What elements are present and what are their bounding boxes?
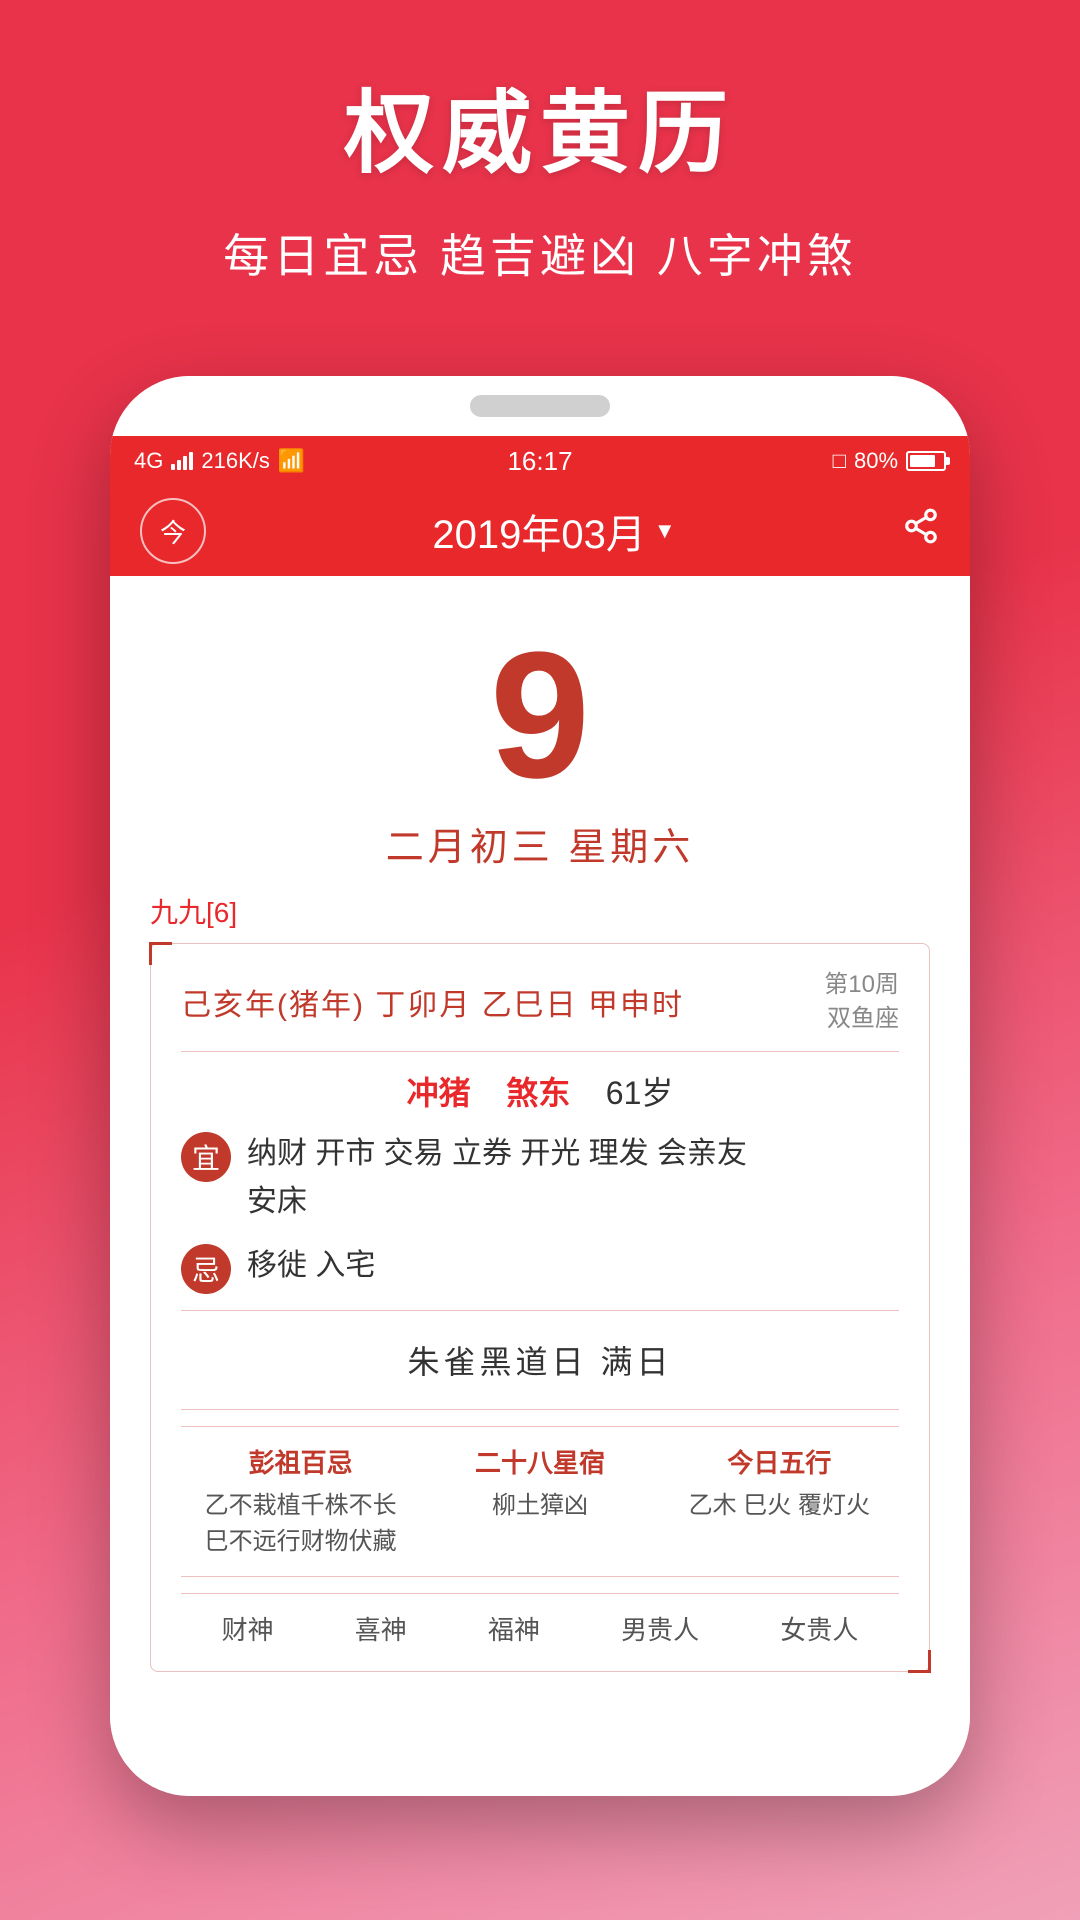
col-wuxing: 今日五行 乙木 巳火 覆灯火 <box>660 1443 899 1560</box>
signal-bars <box>171 452 193 470</box>
ji-text: 移徙 入宅 <box>247 1242 899 1290</box>
yi-text: 纳财 开市 交易 立券 开光 理发 会亲友安床 <box>247 1130 899 1226</box>
wuxing-content: 乙木 巳火 覆灯火 <box>689 1488 870 1524</box>
stars-title: 二十八星宿 <box>475 1443 605 1480</box>
big-date-number: 9 <box>490 626 590 806</box>
status-bar: 4G 216K/s 📶 16:17 □ 80% <box>110 436 970 486</box>
today-button[interactable]: 今 <box>140 498 206 564</box>
wuxing-title: 今日五行 <box>727 1443 831 1480</box>
top-section: 权威黄历 每日宜忌 趋吉避凶 八字冲煞 <box>0 0 1080 376</box>
main-title: 权威黄历 <box>344 60 736 190</box>
share-button[interactable] <box>902 507 940 555</box>
sha-text: 煞东 <box>506 1075 570 1111</box>
pengzu-content: 乙不栽植千株不长巳不远行财物伏藏 <box>205 1488 397 1560</box>
status-left: 4G 216K/s 📶 <box>134 448 405 474</box>
wifi-icon: 📶 <box>278 448 305 474</box>
ji-badge: 忌 <box>181 1244 231 1294</box>
ji-row: 忌 移徙 入宅 <box>181 1242 899 1294</box>
yi-row: 宜 纳财 开市 交易 立券 开光 理发 会亲友安床 <box>181 1130 899 1226</box>
footer-item-0: 财神 <box>222 1610 274 1647</box>
footer-item-3: 男贵人 <box>621 1610 699 1647</box>
alarm-icon: □ <box>833 448 846 474</box>
battery-icon <box>906 451 946 471</box>
signal-bar-1 <box>171 464 175 470</box>
status-right: □ 80% <box>675 448 946 474</box>
nine-nine-label: 九九[6] <box>150 891 930 931</box>
battery-fill <box>910 455 935 467</box>
status-time: 16:17 <box>405 446 676 477</box>
subtitle: 每日宜忌 趋吉避凶 八字冲煞 <box>223 220 857 286</box>
signal-bar-4 <box>189 452 193 470</box>
phone-top-bar <box>110 376 970 436</box>
pengzu-title: 彭祖百忌 <box>249 1443 353 1480</box>
yi-badge: 宜 <box>181 1132 231 1182</box>
phone-speaker <box>470 395 610 417</box>
dropdown-arrow-icon: ▼ <box>654 518 676 544</box>
speed-text: 216K/s <box>201 448 270 474</box>
col-pengzu: 彭祖百忌 乙不栽植千株不长巳不远行财物伏藏 <box>181 1443 420 1560</box>
lunar-date: 二月初三 星期六 <box>386 816 695 871</box>
ganzhi-text: 己亥年(猪年) 丁卯月 乙巳日 甲申时 <box>181 980 684 1024</box>
app-header: 今 2019年03月 ▼ <box>110 486 970 576</box>
phone-frame: 4G 216K/s 📶 16:17 □ 80% 今 2019年03月 ▼ <box>110 376 970 1796</box>
divider-3 <box>181 1409 899 1410</box>
chong-text: 冲猪 <box>407 1075 471 1111</box>
bottom-three-col: 彭祖百忌 乙不栽植千株不长巳不远行财物伏藏 二十八星宿 柳土獐凶 今日五行 乙木… <box>181 1426 899 1560</box>
month-title-text: 2019年03月 <box>432 502 645 560</box>
footer-item-1: 喜神 <box>355 1610 407 1647</box>
divider-1 <box>181 1051 899 1052</box>
footer-item-2: 福神 <box>488 1610 540 1647</box>
signal-bar-3 <box>183 456 187 470</box>
info-card: 己亥年(猪年) 丁卯月 乙巳日 甲申时 第10周 双鱼座 冲猪 煞东 61岁 <box>150 943 930 1672</box>
ganzhi-row: 己亥年(猪年) 丁卯月 乙巳日 甲申时 第10周 双鱼座 <box>181 968 899 1035</box>
battery-percent: 80% <box>854 448 898 474</box>
divider-4 <box>181 1576 899 1577</box>
zodiac-label: 双鱼座 <box>824 1002 899 1036</box>
calendar-content: 9 二月初三 星期六 九九[6] 己亥年(猪年) 丁卯月 乙巳日 甲申时 第10… <box>110 576 970 1796</box>
signal-text: 4G <box>134 448 163 474</box>
week-zodiac: 第10周 双鱼座 <box>824 968 899 1035</box>
week-label: 第10周 <box>824 968 899 1002</box>
footer-item-4: 女贵人 <box>780 1610 858 1647</box>
special-day: 朱雀黑道日 满日 <box>181 1327 899 1393</box>
stars-content: 柳土獐凶 <box>492 1488 588 1524</box>
chong-row: 冲猪 煞东 61岁 <box>181 1068 899 1114</box>
date-display: 9 二月初三 星期六 <box>386 576 695 891</box>
signal-bar-2 <box>177 460 181 470</box>
divider-2 <box>181 1310 899 1311</box>
yi-ji-section: 宜 纳财 开市 交易 立券 开光 理发 会亲友安床 忌 移徙 入宅 <box>181 1130 899 1294</box>
info-section: 九九[6] 己亥年(猪年) 丁卯月 乙巳日 甲申时 第10周 双鱼座 冲猪 <box>110 891 970 1796</box>
col-stars: 二十八星宿 柳土獐凶 <box>420 1443 659 1560</box>
age-text: 61岁 <box>606 1075 674 1111</box>
today-label: 今 <box>160 513 186 550</box>
month-title[interactable]: 2019年03月 ▼ <box>206 502 902 560</box>
footer-row: 财神 喜神 福神 男贵人 女贵人 <box>181 1593 899 1647</box>
